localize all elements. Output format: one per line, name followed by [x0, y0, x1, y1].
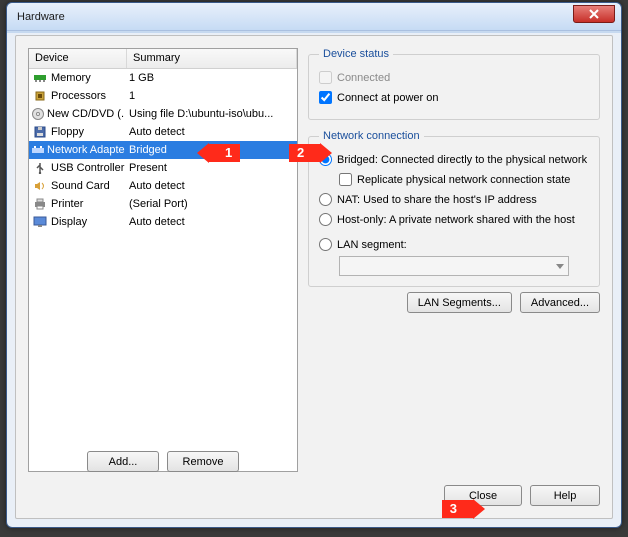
nat-radio[interactable]: [319, 193, 332, 206]
annotation-arrow-2: 2: [289, 142, 332, 164]
device-row[interactable]: Display Auto detect: [29, 213, 297, 231]
annotation-arrow-3: 3: [442, 499, 485, 519]
device-row[interactable]: Printer (Serial Port): [29, 195, 297, 213]
connected-label: Connected: [337, 72, 390, 84]
device-summary: 1 GB: [125, 72, 297, 84]
device-summary: Auto detect: [125, 216, 297, 228]
connect-power-on-checkbox[interactable]: [319, 91, 332, 104]
help-button[interactable]: Help: [530, 485, 600, 506]
usb-icon: [31, 160, 49, 176]
hostonly-radio[interactable]: [319, 213, 332, 226]
device-summary: Using file D:\ubuntu-iso\ubu...: [125, 108, 297, 120]
network-connection-group: Network connection Bridged: Connected di…: [308, 130, 600, 287]
advanced-button[interactable]: Advanced...: [520, 292, 600, 313]
remove-button[interactable]: Remove: [167, 451, 239, 472]
device-summary: 1: [125, 90, 297, 102]
device-name: Memory: [49, 72, 91, 84]
lansegment-select[interactable]: [339, 256, 569, 276]
device-status-group: Device status Connected Connect at power…: [308, 48, 600, 120]
device-name: Printer: [49, 198, 83, 210]
floppy-icon: [31, 124, 49, 140]
right-panel: Device status Connected Connect at power…: [308, 48, 600, 472]
close-icon: [589, 9, 599, 19]
device-name: Display: [49, 216, 87, 228]
col-header-summary[interactable]: Summary: [127, 49, 297, 68]
device-row[interactable]: New CD/DVD (...Using file D:\ubuntu-iso\…: [29, 105, 297, 123]
replicate-row[interactable]: Replicate physical network connection st…: [339, 171, 589, 188]
add-button[interactable]: Add...: [87, 451, 159, 472]
lansegment-label: LAN segment:: [337, 239, 407, 251]
device-row[interactable]: USB ControllerPresent: [29, 159, 297, 177]
device-row[interactable]: Processors 1: [29, 87, 297, 105]
hardware-dialog: Hardware Device Summary Memory 1 GB Proces…: [6, 2, 622, 528]
bridged-radio-row[interactable]: Bridged: Connected directly to the physi…: [319, 151, 589, 168]
left-panel: Device Summary Memory1 GBProcessors1New …: [28, 48, 298, 472]
device-summary: (Serial Port): [125, 198, 297, 210]
nat-label: NAT: Used to share the host's IP address: [337, 194, 537, 206]
annotation-arrow-1: 1: [197, 142, 240, 164]
device-row[interactable]: Memory 1 GB: [29, 69, 297, 87]
dialog-body: Device Summary Memory1 GBProcessors1New …: [15, 35, 613, 519]
display-icon: [31, 214, 49, 230]
bridged-label: Bridged: Connected directly to the physi…: [337, 154, 587, 166]
replicate-checkbox[interactable]: [339, 173, 352, 186]
connect-power-on-row[interactable]: Connect at power on: [319, 89, 589, 106]
replicate-label: Replicate physical network connection st…: [357, 174, 570, 186]
annotation-1-label: 1: [209, 144, 240, 162]
device-list[interactable]: Device Summary Memory1 GBProcessors1New …: [28, 48, 298, 472]
printer-icon: [31, 196, 49, 212]
lan-segments-button[interactable]: LAN Segments...: [407, 292, 512, 313]
device-summary: Auto detect: [125, 126, 297, 138]
hostonly-label: Host-only: A private network shared with…: [337, 214, 575, 226]
device-row[interactable]: Sound Card Auto detect: [29, 177, 297, 195]
device-list-header: Device Summary: [29, 49, 297, 69]
annotation-2-label: 2: [289, 144, 320, 162]
sound-icon: [31, 178, 49, 194]
connected-checkbox: [319, 71, 332, 84]
device-summary: Auto detect: [125, 180, 297, 192]
device-name: USB Controller: [49, 162, 124, 174]
device-name: Sound Card: [49, 180, 110, 192]
window-close-button[interactable]: [573, 5, 615, 23]
titlebar: Hardware: [7, 3, 621, 31]
lansegment-radio[interactable]: [319, 238, 332, 251]
cd-icon: [31, 106, 45, 122]
nat-radio-row[interactable]: NAT: Used to share the host's IP address: [319, 191, 589, 208]
nic-icon: [31, 142, 45, 158]
annotation-3-label: 3: [442, 500, 473, 518]
dialog-footer: Close Help: [16, 485, 600, 506]
window-title: Hardware: [17, 11, 65, 23]
cpu-icon: [31, 88, 49, 104]
device-name: Processors: [49, 90, 106, 102]
device-status-legend: Device status: [319, 48, 393, 60]
connected-checkbox-row: Connected: [319, 69, 589, 86]
connect-power-on-label: Connect at power on: [337, 92, 439, 104]
device-name: Network Adapter: [45, 144, 125, 156]
lansegment-radio-row[interactable]: LAN segment:: [319, 236, 589, 253]
col-header-device[interactable]: Device: [29, 49, 127, 68]
device-row[interactable]: Network AdapterBridged: [29, 141, 297, 159]
device-name: New CD/DVD (...: [45, 108, 125, 120]
device-row[interactable]: Floppy Auto detect: [29, 123, 297, 141]
memory-icon: [31, 70, 49, 86]
hostonly-radio-row[interactable]: Host-only: A private network shared with…: [319, 211, 589, 228]
network-connection-legend: Network connection: [319, 130, 424, 142]
device-name: Floppy: [49, 126, 84, 138]
